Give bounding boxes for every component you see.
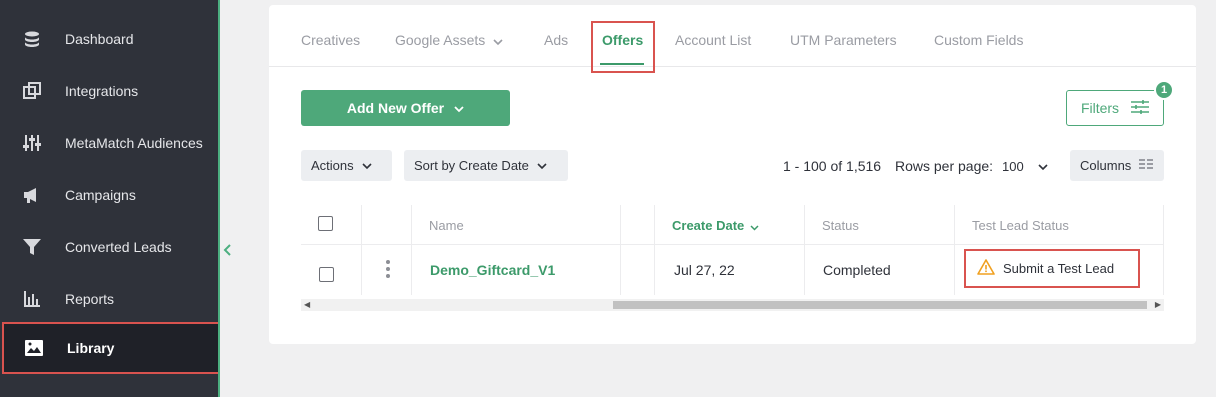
status-cell: Completed	[823, 262, 891, 278]
offers-table: Name Create Date Status Test Lead Status…	[301, 205, 1164, 311]
bar-chart-icon	[22, 289, 42, 309]
add-new-offer-button[interactable]: Add New Offer	[301, 90, 510, 126]
columns-icon	[1139, 158, 1154, 173]
sidebar-item-converted-leads[interactable]: Converted Leads	[0, 221, 218, 273]
column-divider	[804, 205, 805, 295]
chevron-down-icon	[362, 158, 372, 173]
pagination-range: 1 - 100 of 1,516	[783, 158, 882, 174]
column-header-name[interactable]: Name	[429, 218, 464, 233]
rows-per-page-value: 100	[1002, 159, 1024, 174]
column-divider	[361, 205, 362, 295]
tab-creatives[interactable]: Creatives	[301, 32, 360, 48]
sidebar-item-label: Integrations	[65, 83, 139, 99]
image-icon	[24, 338, 44, 358]
rows-per-page-label: Rows per page:	[895, 158, 994, 174]
table-header: Name Create Date Status Test Lead Status	[301, 205, 1164, 245]
select-all-checkbox[interactable]	[318, 216, 333, 231]
horizontal-scrollbar[interactable]: ◀ ▶	[301, 299, 1164, 311]
sidebar-item-reports[interactable]: Reports	[0, 273, 218, 325]
sort-dropdown[interactable]: Sort by Create Date	[404, 150, 568, 181]
sort-label: Sort by Create Date	[414, 158, 529, 173]
submit-test-lead-button[interactable]: Submit a Test Lead	[964, 249, 1140, 288]
row-menu-icon[interactable]	[386, 260, 390, 278]
chevron-down-icon	[454, 100, 464, 116]
tab-highlight-box	[591, 21, 655, 73]
sidebar-item-metamatch-audiences[interactable]: MetaMatch Audiences	[0, 117, 218, 169]
megaphone-icon	[22, 185, 42, 205]
column-header-create-date[interactable]: Create Date	[672, 218, 759, 234]
submit-test-lead-label: Submit a Test Lead	[1003, 261, 1115, 276]
sidebar-item-label: Reports	[65, 291, 115, 307]
column-divider	[620, 205, 621, 295]
sidebar-item-label: Campaigns	[65, 187, 136, 203]
sidebar-item-label: Converted Leads	[65, 239, 172, 255]
actions-label: Actions	[311, 158, 354, 173]
scrollbar-thumb[interactable]	[613, 301, 1147, 309]
chevron-down-icon	[1038, 159, 1048, 174]
actions-dropdown[interactable]: Actions	[301, 150, 392, 181]
rows-per-page-select[interactable]: 100	[1002, 159, 1048, 174]
sidebar-item-dashboard[interactable]: Dashboard	[0, 13, 218, 65]
tab-account-list[interactable]: Account List	[675, 32, 751, 48]
sidebar-divider	[218, 0, 220, 397]
tab-utm-parameters[interactable]: UTM Parameters	[790, 32, 897, 48]
column-divider	[1163, 205, 1164, 295]
filter-sliders-icon	[1131, 99, 1150, 117]
sidebar-item-label: MetaMatch Audiences	[65, 135, 203, 151]
sidebar-item-label: Dashboard	[65, 31, 134, 47]
integrations-icon	[22, 81, 42, 101]
column-divider	[654, 205, 655, 295]
column-header-test-lead-status[interactable]: Test Lead Status	[972, 218, 1069, 233]
add-new-offer-label: Add New Offer	[346, 100, 445, 116]
filters-count-badge: 1	[1154, 80, 1174, 100]
create-date-cell: Jul 27, 22	[674, 262, 735, 278]
filters-button[interactable]: Filters	[1066, 90, 1164, 126]
columns-button[interactable]: Columns	[1070, 150, 1164, 181]
warning-icon	[977, 259, 995, 278]
filters-label: Filters	[1080, 100, 1120, 116]
sidebar: Dashboard Integrations MetaMatch Audienc…	[0, 0, 220, 397]
tab-google-assets[interactable]: Google Assets	[395, 32, 503, 49]
scroll-right-arrow-icon[interactable]: ▶	[1155, 300, 1161, 309]
chevron-down-icon	[537, 158, 547, 173]
tab-bar: Creatives Google Assets Ads Offers Accou…	[269, 5, 1196, 73]
tab-custom-fields[interactable]: Custom Fields	[934, 32, 1023, 48]
column-header-status[interactable]: Status	[822, 218, 859, 233]
tab-label: Google Assets	[395, 32, 486, 48]
database-icon	[22, 29, 42, 49]
sidebar-item-library[interactable]: Library	[2, 322, 220, 374]
column-header-label: Create Date	[672, 218, 745, 233]
columns-label: Columns	[1080, 158, 1132, 173]
row-checkbox[interactable]	[319, 267, 334, 282]
offer-name-link[interactable]: Demo_Giftcard_V1	[430, 262, 555, 278]
funnel-icon	[22, 237, 42, 257]
chevron-left-icon[interactable]	[222, 243, 238, 263]
sidebar-item-integrations[interactable]: Integrations	[0, 65, 218, 117]
sidebar-item-label: Library	[67, 340, 115, 356]
tab-ads[interactable]: Ads	[544, 32, 568, 48]
scroll-left-arrow-icon[interactable]: ◀	[304, 300, 310, 309]
chevron-down-icon	[493, 33, 503, 49]
column-divider	[954, 205, 955, 295]
column-divider	[411, 205, 412, 295]
sidebar-item-campaigns[interactable]: Campaigns	[0, 169, 218, 221]
sort-desc-icon	[750, 219, 759, 234]
sliders-icon	[22, 133, 42, 153]
library-panel: Creatives Google Assets Ads Offers Accou…	[269, 5, 1196, 344]
